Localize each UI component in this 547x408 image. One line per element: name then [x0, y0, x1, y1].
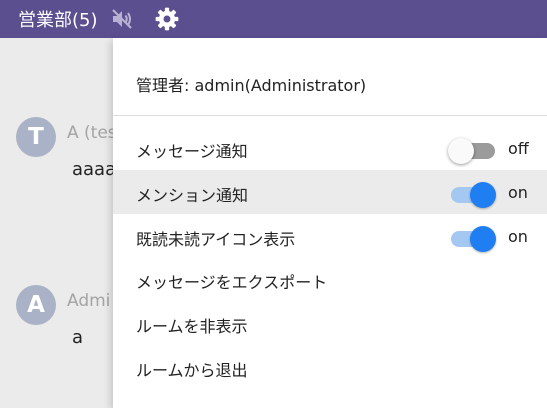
menu-item-label: メンション通知 [136, 186, 249, 205]
menu-item-message-notification[interactable]: メッセージ通知 off [113, 126, 547, 170]
gear-icon[interactable] [154, 6, 180, 32]
menu-item-export-messages[interactable]: メッセージをエクスポート [113, 257, 547, 301]
menu-item-read-status-icon[interactable]: 既読未読アイコン表示 on [113, 214, 547, 258]
mute-icon[interactable] [110, 7, 134, 31]
mention-notification-toggle[interactable] [448, 182, 500, 208]
menu-item-label: メッセージをエクスポート [136, 273, 328, 292]
menu-item-label: ルームを非表示 [136, 317, 248, 336]
menu-divider [113, 115, 547, 116]
message-text: aaaa [72, 159, 117, 180]
menu-item-label: ルームから退出 [136, 361, 248, 380]
toggle-state-label: on [508, 183, 528, 202]
toggle-knob [470, 226, 496, 252]
room-admin-label: 管理者: admin(Administrator) [136, 76, 367, 95]
toggle-knob [448, 138, 474, 164]
menu-item-hide-room[interactable]: ルームを非表示 [113, 301, 547, 345]
message-sender: Admi [67, 291, 111, 311]
toggle-state-label: on [508, 227, 528, 246]
room-header: 営業部(5) [0, 0, 547, 38]
menu-item-leave-room[interactable]: ルームから退出 [113, 345, 547, 389]
menu-item-mention-notification[interactable]: メンション通知 on [113, 170, 547, 214]
room-title: 営業部(5) [18, 10, 98, 31]
menu-item-label: メッセージ通知 [136, 142, 248, 161]
avatar[interactable]: T [16, 117, 56, 157]
toggle-knob [470, 182, 496, 208]
message-notification-toggle[interactable] [448, 138, 500, 164]
read-status-icon-toggle[interactable] [448, 226, 500, 252]
message-sender: A (tes [67, 123, 117, 143]
menu-item-label: 既読未読アイコン表示 [136, 230, 296, 249]
toggle-state-label: off [508, 139, 529, 158]
room-settings-menu: 管理者: admin(Administrator) メッセージ通知 off メン… [113, 38, 547, 408]
message-text: a [72, 327, 84, 348]
avatar[interactable]: A [16, 285, 56, 325]
